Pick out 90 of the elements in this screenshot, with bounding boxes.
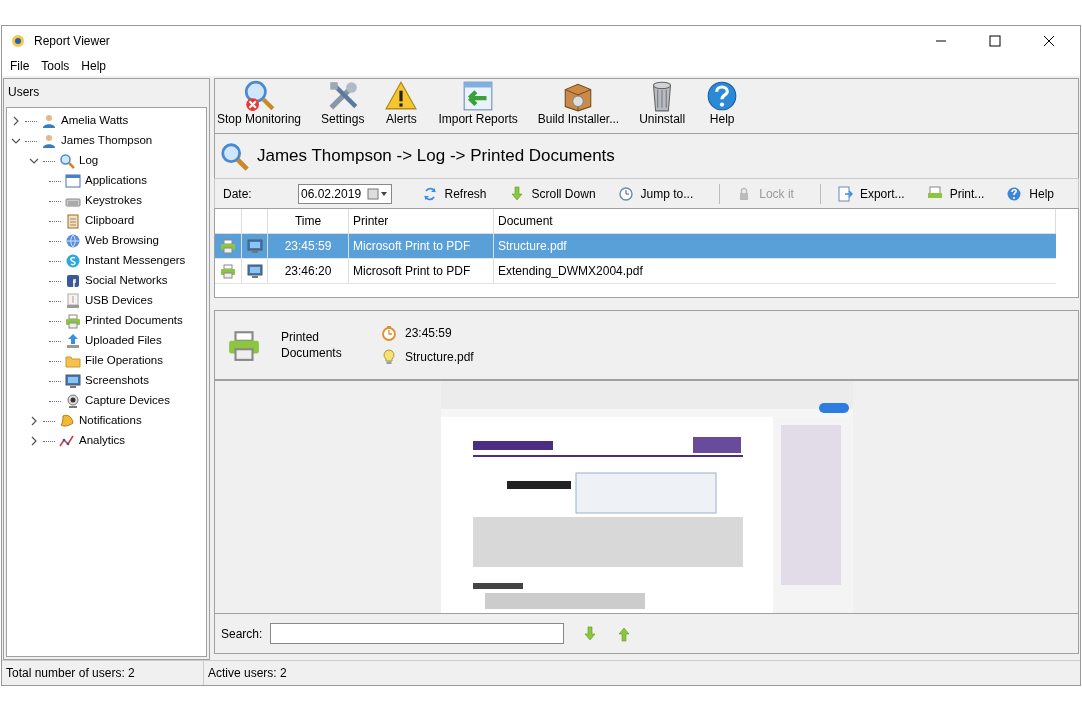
- tree-icon: [65, 233, 81, 249]
- breadcrumb: James Thompson -> Log -> Printed Documents: [257, 145, 615, 168]
- toolbar-button[interactable]: Settings: [321, 79, 365, 126]
- tree-item[interactable]: Screenshots: [85, 372, 149, 390]
- table-row[interactable]: 23:46:20 Microsoft Print to PDF Extending_DWMX2004.pdf: [215, 259, 1056, 284]
- details-time: 23:45:59: [405, 325, 452, 342]
- menu-item[interactable]: Tools: [41, 57, 70, 75]
- search-icon: [219, 141, 249, 171]
- tree-item[interactable]: Web Browsing: [85, 232, 159, 250]
- tree-item[interactable]: Uploaded Files: [85, 332, 162, 350]
- details-document: Structure.pdf: [405, 349, 474, 366]
- window-title: Report Viewer: [34, 33, 110, 50]
- menu-item[interactable]: File: [10, 57, 30, 75]
- lightbulb-icon: [381, 349, 397, 365]
- tree-item[interactable]: Log: [79, 152, 99, 170]
- tree-item[interactable]: Notifications: [79, 412, 142, 430]
- details-title: Printed Documents: [281, 329, 343, 361]
- printer-icon: [220, 238, 236, 254]
- tree-icon: [65, 393, 81, 409]
- tree-icon: [65, 273, 81, 289]
- tree-icon: [59, 153, 75, 169]
- calendar-icon[interactable]: [366, 187, 389, 200]
- app-icon: [10, 33, 26, 49]
- expand-icon[interactable]: [11, 116, 21, 126]
- action-icon: [508, 185, 525, 202]
- tree-item[interactable]: Amelia Watts: [61, 112, 129, 130]
- tree-icon: [41, 113, 57, 129]
- tree-icon: [65, 213, 81, 229]
- table-cell: Microsoft Print to PDF: [349, 234, 494, 258]
- menu-item[interactable]: Help: [81, 57, 107, 75]
- tree-item[interactable]: Keystrokes: [85, 192, 142, 210]
- toolbar-button[interactable]: Stop Monitoring: [217, 79, 302, 126]
- tree-item[interactable]: USB Devices: [85, 292, 153, 310]
- search-label: Search:: [221, 625, 263, 643]
- action-icon: [1006, 185, 1023, 202]
- toolbar-icon: [242, 79, 276, 113]
- toolbar-button[interactable]: Alerts: [384, 79, 419, 126]
- tree-icon: [41, 133, 57, 149]
- tree-item[interactable]: File Operations: [85, 352, 163, 370]
- tree-item[interactable]: Capture Devices: [85, 392, 170, 410]
- status-text: Active users: 2: [207, 665, 288, 682]
- tree-icon: [65, 353, 81, 369]
- tree-icon: [65, 293, 81, 309]
- toolbar-button[interactable]: Print...: [920, 184, 991, 203]
- printer-icon: [227, 328, 261, 362]
- status-text: Total number of users: 2: [2, 661, 204, 685]
- action-icon: [617, 185, 634, 202]
- date-label: Date:: [223, 185, 253, 203]
- table-cell-text: Structure.pdf: [497, 238, 568, 255]
- arrow-down-icon: [582, 625, 599, 642]
- toolbar-button[interactable]: Help: [1000, 184, 1060, 203]
- table-cell: 23:45:59: [268, 234, 349, 258]
- action-icon: [421, 185, 438, 202]
- column-header[interactable]: Document: [494, 209, 1056, 233]
- tree-icon: [59, 413, 75, 429]
- toolbar-button[interactable]: Export...: [830, 184, 911, 203]
- tree-item[interactable]: Printed Documents: [85, 312, 183, 330]
- column-header[interactable]: Printer: [349, 209, 494, 233]
- toolbar-button[interactable]: Scroll Down: [502, 184, 602, 203]
- tree-item[interactable]: James Thompson: [61, 132, 153, 150]
- toolbar-button[interactable]: Import Reports: [438, 79, 518, 126]
- toolbar-button[interactable]: Uninstall: [639, 79, 686, 126]
- tree-item[interactable]: Instant Messengers: [85, 252, 186, 270]
- tree-icon: [65, 313, 81, 329]
- stopwatch-icon: [381, 325, 397, 341]
- toolbar-button[interactable]: Build Installer...: [537, 79, 620, 126]
- table-cell: 23:46:20: [268, 259, 349, 283]
- tree-item[interactable]: Social Networks: [85, 272, 168, 290]
- tree-icon: [65, 333, 81, 349]
- column-header[interactable]: Time: [268, 209, 349, 233]
- date-field[interactable]: 06.02.2019: [298, 183, 392, 204]
- printer-icon: [220, 263, 236, 279]
- tree-item[interactable]: Applications: [85, 172, 147, 190]
- tree-icon: [65, 373, 81, 389]
- monitor-icon: [246, 263, 263, 279]
- tree-item[interactable]: Clipboard: [85, 212, 135, 230]
- toolbar-button[interactable]: Help: [705, 79, 740, 126]
- toolbar-button[interactable]: Refresh: [415, 184, 493, 203]
- search-field[interactable]: [270, 623, 565, 644]
- tree-icon: [59, 433, 75, 449]
- table-cell: Microsoft Print to PDF: [349, 259, 494, 283]
- arrow-up-icon: [616, 625, 633, 642]
- tree-item[interactable]: Analytics: [79, 432, 126, 450]
- panel-title: Users: [7, 84, 41, 101]
- action-icon: [836, 185, 853, 202]
- monitor-icon: [246, 238, 263, 254]
- table-cell-text: Extending_DWMX2004.pdf: [497, 263, 644, 280]
- tree-icon: [65, 253, 81, 269]
- toolbar-button[interactable]: Jump to...: [611, 184, 700, 203]
- tree-icon: [65, 173, 81, 189]
